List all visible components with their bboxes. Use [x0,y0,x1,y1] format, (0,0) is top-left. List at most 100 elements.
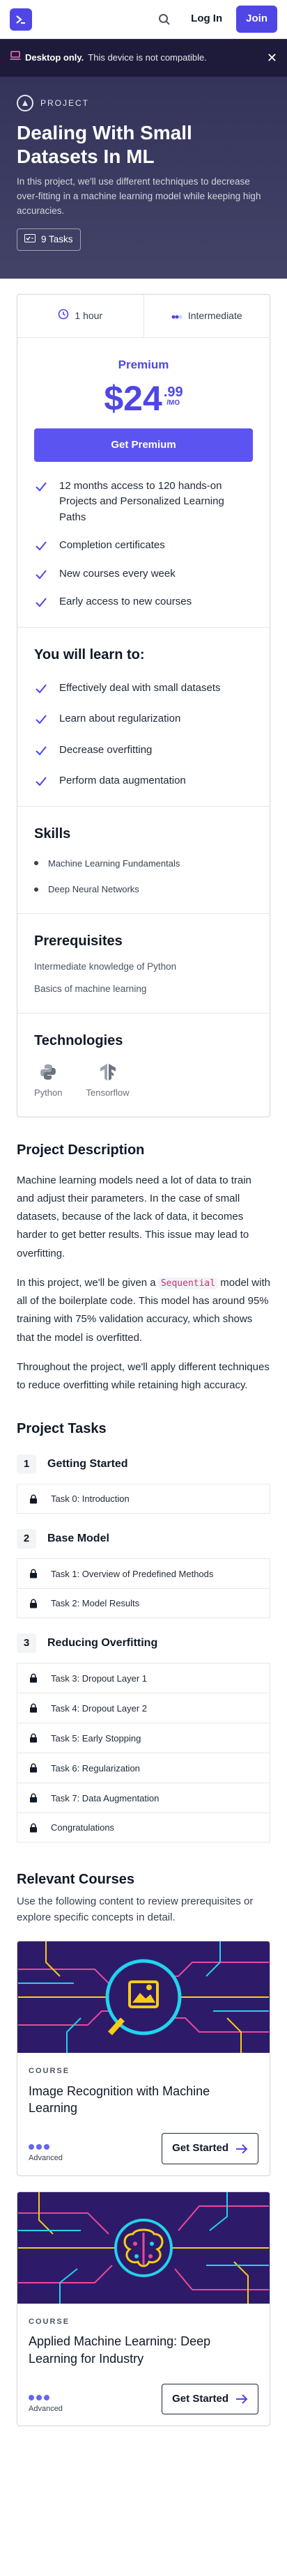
banner-title: Desktop only. [25,52,84,63]
task-item[interactable]: Task 2: Model Results [17,1588,270,1619]
relevant-subtitle: Use the following content to review prer… [17,1895,254,1923]
course-image [17,1941,270,2054]
plan: Premium $24 .99 /MO [17,338,270,416]
lock-icon [30,1703,37,1713]
arrow-right-icon [236,2394,248,2404]
level: Intermediate [143,295,270,337]
task-item[interactable]: Task 7: Data Augmentation [17,1783,270,1813]
get-premium-button[interactable]: Get Premium [34,428,253,462]
price-cents: .99 [163,384,183,400]
price: $24 .99 /MO [17,381,270,416]
task-group: 2 Base Model Task 1: Overview of Predefi… [17,1525,270,1619]
relevant-courses: Relevant Courses Use the following conte… [0,1842,287,2427]
lock-icon [30,1763,37,1773]
hero-tag: PROJECT [17,95,270,111]
tasks-count-label: 9 Tasks [41,233,73,245]
python-icon [40,1064,56,1080]
arrow-right-icon [236,2143,248,2154]
task-item[interactable]: Task 0: Introduction [17,1484,270,1514]
pricing-card: 1 hour Intermediate Premium $24 .99 /MO … [17,294,270,1117]
code-sequential: Sequential [158,1277,218,1289]
hero-description: In this project, we'll use different tec… [17,176,261,217]
check-icon [36,598,47,607]
top-nav: Log In Join [0,0,287,39]
check-icon [36,683,47,693]
logo-icon[interactable] [10,8,32,31]
skill-item[interactable]: Deep Neural Networks [34,883,253,897]
course-card[interactable]: COURSE Applied Machine Learning: Deep Le… [17,2191,270,2427]
learn-item: Learn about regularization [34,711,253,727]
level-icon [29,2394,63,2400]
plan-features: 12 months access to 120 hands-on Project… [17,462,270,627]
task-group-number: 1 [17,1454,36,1475]
feature-item: Early access to new courses [34,594,253,610]
level-icon [29,2144,63,2150]
clock-icon [58,309,69,324]
task-group-title: Getting Started [47,1458,128,1471]
tech-tensorflow: Tensorflow [86,1062,130,1100]
laptop-icon [10,51,21,65]
course-card[interactable]: COURSE Image Recognition with Machine Le… [17,1941,270,2176]
technologies-section: Technologies Python Tensorflow [17,1013,270,1117]
course-level: Advanced [29,2404,63,2413]
description-title: Project Description [17,1142,145,1158]
task-group-number: 3 [17,1634,36,1654]
get-started-button[interactable]: Get Started [162,2383,258,2415]
task-item[interactable]: Task 3: Dropout Layer 1 [17,1663,270,1693]
course-tag: COURSE [29,2067,70,2076]
project-icon [17,95,33,111]
course-tag: COURSE [29,2317,70,2326]
tasks-title: Project Tasks [17,1421,107,1437]
task-group-title: Reducing Overfitting [47,1637,158,1650]
check-icon [36,715,47,724]
skills-section: Skills Machine Learning Fundamentals Dee… [17,805,270,913]
check-icon [36,777,47,786]
tensorflow-icon [100,1064,116,1080]
price-period: /MO [166,398,180,407]
project-tasks: Project Tasks 1 Getting Started Task 0: … [0,1395,287,1843]
feature-item: Completion certificates [34,538,253,554]
course-image [17,2191,270,2304]
check-icon [36,569,47,579]
lock-icon [30,1599,37,1608]
tech-python: Python [34,1062,62,1100]
lock-icon [30,1733,37,1743]
task-item[interactable]: Task 6: Regularization [17,1753,270,1783]
task-group-number: 2 [17,1529,36,1549]
prerequisites-title: Prerequisites [34,933,123,949]
level-icon [171,309,183,323]
task-item[interactable]: Congratulations [17,1813,270,1843]
prerequisites-section: Prerequisites Intermediate knowledge of … [17,913,270,1014]
hero: PROJECT Dealing With Small Datasets In M… [0,77,287,279]
task-item[interactable]: Task 5: Early Stopping [17,1723,270,1753]
close-icon[interactable]: ✕ [267,49,277,68]
task-item[interactable]: Task 4: Dropout Layer 2 [17,1693,270,1723]
task-group: 1 Getting Started Task 0: Introduction [17,1450,270,1514]
duration: 1 hour [17,295,144,337]
learn-title: You will learn to: [34,646,145,662]
task-item[interactable]: Task 1: Overview of Predefined Methods [17,1558,270,1589]
tasks-count-badge[interactable]: 9 Tasks [17,228,81,251]
skill-item[interactable]: Machine Learning Fundamentals [34,857,253,871]
tasks-icon [24,233,36,247]
course-level: Advanced [29,2154,63,2163]
meta-row: 1 hour Intermediate [17,295,270,338]
page-title: Dealing With Small Datasets In ML [17,122,192,167]
learn-item: Effectively deal with small datasets [34,681,253,697]
get-started-button[interactable]: Get Started [162,2133,258,2164]
search-icon[interactable] [152,7,177,32]
lock-icon [30,1673,37,1683]
login-button[interactable]: Log In [181,6,232,33]
feature-item: 12 months access to 120 hands-on Project… [34,479,253,526]
price-dollars: $24 [104,378,162,418]
learn-section: You will learn to: Effectively deal with… [17,626,270,806]
check-icon [36,745,47,755]
course-title[interactable]: Image Recognition with Machine Learning [29,2083,258,2117]
level-label: Intermediate [187,310,242,321]
feature-item: New courses every week [34,566,253,582]
hero-tag-label: PROJECT [40,98,90,108]
join-button[interactable]: Join [236,6,277,33]
course-title[interactable]: Applied Machine Learning: Deep Learning … [29,2333,258,2367]
description-paragraph: Machine learning models need a lot of da… [17,1174,251,1259]
check-icon [36,541,47,551]
